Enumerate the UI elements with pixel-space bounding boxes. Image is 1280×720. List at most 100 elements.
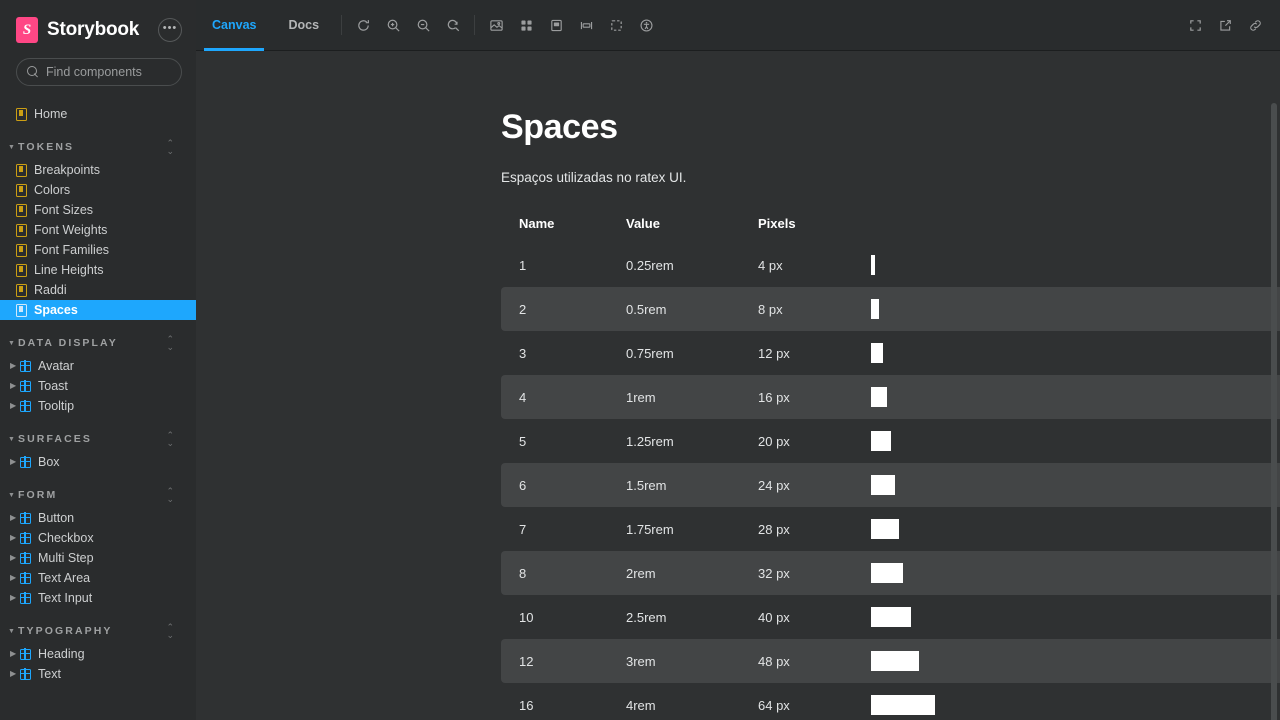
sidebar-item-font-families[interactable]: Font Families <box>0 240 196 260</box>
zoom-reset-icon[interactable] <box>439 11 467 39</box>
section-label: FORM <box>18 489 57 501</box>
column-header-pixels: Pixels <box>740 205 853 243</box>
open-new-tab-icon[interactable] <box>1211 11 1239 39</box>
space-swatch <box>871 255 875 275</box>
chevron-down-icon: ▼ <box>8 436 17 443</box>
sidebar-item-raddi[interactable]: Raddi <box>0 280 196 300</box>
sidebar-item-spaces[interactable]: Spaces <box>0 300 196 320</box>
cell-value: 4rem <box>608 683 740 720</box>
toolbar-tools <box>348 11 661 39</box>
sidebar-item-multi-step[interactable]: ▶ Multi Step <box>0 548 196 568</box>
cell-name: 6 <box>501 463 608 507</box>
sidebar-item-label: Tooltip <box>38 399 74 413</box>
outline-icon[interactable] <box>542 11 570 39</box>
column-header-value: Value <box>608 205 740 243</box>
space-swatch <box>871 299 879 319</box>
sidebar-item-text-area[interactable]: ▶ Text Area <box>0 568 196 588</box>
sidebar-item-text-input[interactable]: ▶ Text Input <box>0 588 196 608</box>
canvas-area: Spaces Espaços utilizadas no ratex UI. N… <box>196 51 1280 720</box>
tab-canvas[interactable]: Canvas <box>196 0 272 51</box>
space-swatch <box>871 651 919 671</box>
cell-pixels: 20 px <box>740 419 853 463</box>
table-row: 10.25rem4 px <box>501 243 1280 287</box>
sidebar-item-home[interactable]: Home <box>0 104 196 124</box>
sidebar-item-box[interactable]: ▶ Box <box>0 452 196 472</box>
component-icon <box>20 649 31 660</box>
cell-pixels: 8 px <box>740 287 853 331</box>
sidebar-item-label: Box <box>38 455 60 469</box>
zoom-in-icon[interactable] <box>379 11 407 39</box>
sidebar-item-line-heights[interactable]: Line Heights <box>0 260 196 280</box>
sidebar-section-typography[interactable]: ▼ TYPOGRAPHY ⌃⌄ <box>0 621 196 641</box>
table-row: 30.75rem12 px <box>501 331 1280 375</box>
table-row: 20.5rem8 px <box>501 287 1280 331</box>
space-swatch <box>871 695 935 715</box>
sidebar-item-font-weights[interactable]: Font Weights <box>0 220 196 240</box>
search-box[interactable]: / <box>16 58 182 86</box>
remount-icon[interactable] <box>349 11 377 39</box>
sidebar-menu-button[interactable]: ••• <box>158 18 182 42</box>
sidebar-item-label: Font Sizes <box>34 203 93 217</box>
sidebar-section-tokens[interactable]: ▼ TOKENS ⌃⌄ <box>0 137 196 157</box>
cell-value: 2.5rem <box>608 595 740 639</box>
chevron-right-icon: ▶ <box>10 594 19 602</box>
sidebar-item-tooltip[interactable]: ▶ Tooltip <box>0 396 196 416</box>
sidebar-header: S Storybook ••• <box>0 0 196 46</box>
vertical-scrollbar[interactable] <box>1271 103 1277 720</box>
grid-icon[interactable] <box>512 11 540 39</box>
cell-value: 2rem <box>608 551 740 595</box>
backgrounds-icon[interactable] <box>482 11 510 39</box>
document-icon <box>16 244 27 257</box>
sidebar-section-form[interactable]: ▼ FORM ⌃⌄ <box>0 485 196 505</box>
cell-preview <box>853 419 1280 463</box>
sidebar-item-label: Spaces <box>34 303 78 317</box>
space-swatch <box>871 607 911 627</box>
component-icon <box>20 553 31 564</box>
sidebar-item-label: Multi Step <box>38 551 94 565</box>
document-icon <box>16 108 27 121</box>
cell-preview <box>853 243 1280 287</box>
component-icon <box>20 457 31 468</box>
component-icon <box>20 361 31 372</box>
space-swatch <box>871 475 895 495</box>
section-label: DATA DISPLAY <box>18 337 118 349</box>
zoom-out-icon[interactable] <box>409 11 437 39</box>
sidebar-item-button[interactable]: ▶ Button <box>0 508 196 528</box>
docs-page: Spaces Espaços utilizadas no ratex UI. N… <box>196 51 1280 720</box>
copy-link-icon[interactable] <box>1241 11 1269 39</box>
fullscreen-icon[interactable] <box>1181 11 1209 39</box>
cell-value: 1.25rem <box>608 419 740 463</box>
sidebar-item-breakpoints[interactable]: Breakpoints <box>0 160 196 180</box>
sidebar-item-font-sizes[interactable]: Font Sizes <box>0 200 196 220</box>
sidebar-item-checkbox[interactable]: ▶ Checkbox <box>0 528 196 548</box>
cell-name: 8 <box>501 551 608 595</box>
expand-collapse-icon[interactable]: ⌃⌄ <box>166 139 174 155</box>
accessibility-icon[interactable] <box>632 11 660 39</box>
space-swatch <box>871 431 891 451</box>
sidebar-section-surfaces[interactable]: ▼ SURFACES ⌃⌄ <box>0 429 196 449</box>
expand-collapse-icon[interactable]: ⌃⌄ <box>166 623 174 639</box>
storybook-app: S Storybook ••• / Home ▼ TOKENS ⌃⌄ <box>0 0 1280 720</box>
measure-icon[interactable] <box>572 11 600 39</box>
expand-collapse-icon[interactable]: ⌃⌄ <box>166 431 174 447</box>
sidebar-item-colors[interactable]: Colors <box>0 180 196 200</box>
tab-docs[interactable]: Docs <box>272 0 335 51</box>
view-tabs: Canvas Docs <box>196 0 335 51</box>
document-icon <box>16 304 27 317</box>
component-icon <box>20 573 31 584</box>
sidebar-item-toast[interactable]: ▶ Toast <box>0 376 196 396</box>
focus-icon[interactable] <box>602 11 630 39</box>
cell-value: 1.75rem <box>608 507 740 551</box>
expand-collapse-icon[interactable]: ⌃⌄ <box>166 487 174 503</box>
search-input[interactable] <box>46 65 196 79</box>
table-row: 102.5rem40 px <box>501 595 1280 639</box>
sidebar-item-heading[interactable]: ▶ Heading <box>0 644 196 664</box>
component-icon <box>20 381 31 392</box>
cell-pixels: 32 px <box>740 551 853 595</box>
cell-preview <box>853 595 1280 639</box>
sidebar-item-avatar[interactable]: ▶ Avatar <box>0 356 196 376</box>
sidebar-section-data-display[interactable]: ▼ DATA DISPLAY ⌃⌄ <box>0 333 196 353</box>
sidebar-item-text[interactable]: ▶ Text <box>0 664 196 684</box>
sidebar-item-label: Checkbox <box>38 531 94 545</box>
expand-collapse-icon[interactable]: ⌃⌄ <box>166 335 174 351</box>
